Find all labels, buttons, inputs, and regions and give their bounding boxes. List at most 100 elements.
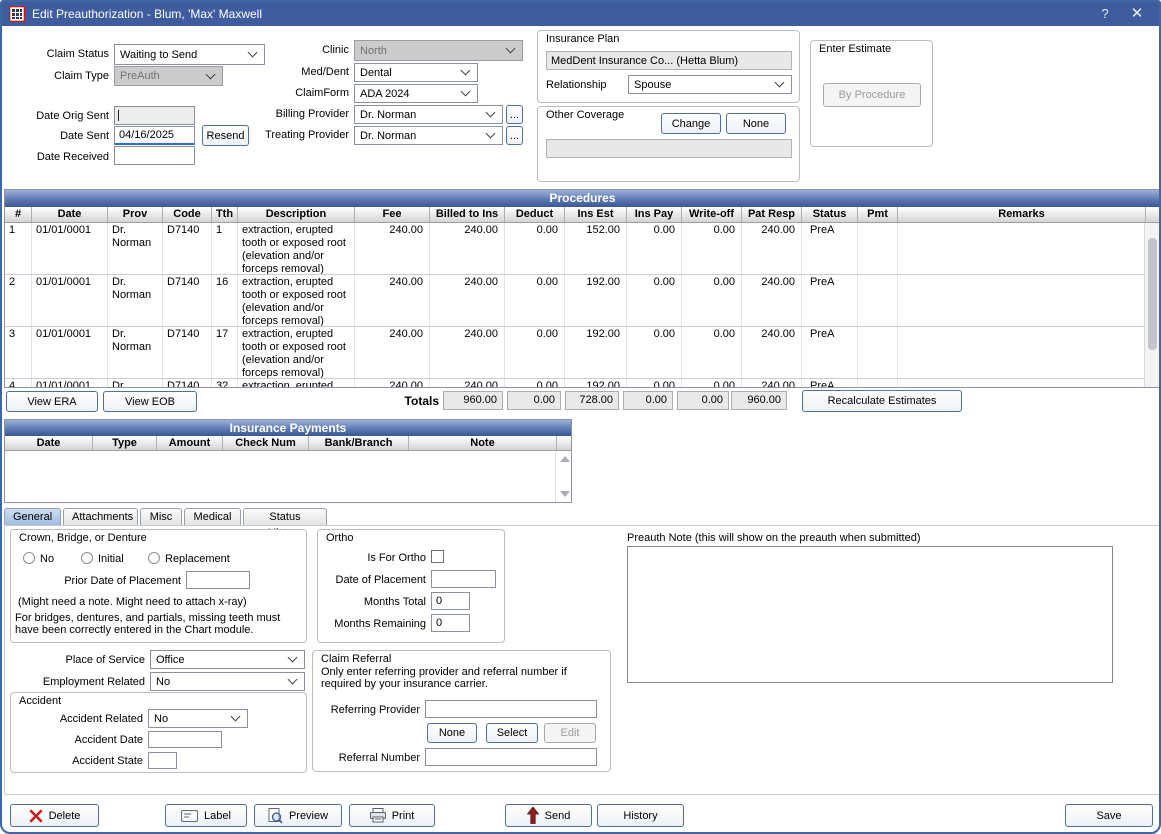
referral-edit-button: Edit <box>544 723 596 743</box>
none-button[interactable]: None <box>726 113 786 134</box>
date-sent-input[interactable] <box>114 126 195 145</box>
accident-state-input[interactable] <box>148 752 177 769</box>
accident-date-label: Accident Date <box>11 734 143 746</box>
procedures-scrollbar[interactable] <box>1144 223 1160 387</box>
column-header[interactable]: Code <box>163 207 212 222</box>
treating-provider-more-button[interactable]: ... <box>506 126 523 145</box>
employment-related-label: Employment Related <box>2 676 145 688</box>
column-header[interactable]: Deduct <box>505 207 565 222</box>
view-era-button[interactable]: View ERA <box>6 391 98 412</box>
column-header[interactable]: Status <box>802 207 858 222</box>
table-row[interactable]: 301/01/0001Dr. NormanD714017extraction, … <box>5 327 1144 379</box>
scroll-up-icon[interactable] <box>560 456 570 462</box>
label-button[interactable]: Label <box>165 804 247 827</box>
column-header[interactable]: Description <box>238 207 355 222</box>
column-header[interactable]: Check Num <box>223 436 309 450</box>
preview-button[interactable]: Preview <box>254 804 342 827</box>
billing-provider-combo[interactable]: Dr. Norman <box>354 105 503 124</box>
accident-title: Accident <box>19 695 61 707</box>
table-cell: 0.00 <box>682 223 742 274</box>
ortho-title: Ortho <box>326 532 354 544</box>
column-header[interactable]: Write-off <box>682 207 742 222</box>
save-button[interactable]: Save <box>1065 804 1153 827</box>
table-cell <box>898 379 1144 387</box>
column-header[interactable]: Note <box>409 436 557 450</box>
treating-provider-combo[interactable]: Dr. Norman <box>354 126 503 145</box>
scrollbar-thumb[interactable] <box>1148 238 1157 350</box>
date-orig-sent-input[interactable] <box>114 106 195 125</box>
claimform-label: ClaimForm <box>239 87 349 99</box>
date-orig-sent-label: Date Orig Sent <box>2 110 109 122</box>
table-cell: D7140 <box>163 275 212 326</box>
place-of-service-combo[interactable]: Office <box>150 650 305 669</box>
table-cell: D7140 <box>163 223 212 274</box>
prior-date-input[interactable] <box>186 571 250 589</box>
column-header[interactable]: Pat Resp <box>742 207 802 222</box>
change-button[interactable]: Change <box>661 113 721 134</box>
date-received-input[interactable] <box>114 146 195 165</box>
column-header[interactable]: Type <box>93 436 157 450</box>
table-cell: 240.00 <box>742 275 802 326</box>
table-cell: extraction, erupted tooth or exposed roo… <box>238 223 355 274</box>
employment-related-combo[interactable]: No <box>150 672 305 691</box>
table-cell: 240.00 <box>430 379 505 387</box>
months-remaining-input[interactable] <box>431 614 470 632</box>
table-cell: 2 <box>5 275 32 326</box>
table-cell: PreA <box>802 327 858 378</box>
column-header[interactable]: Billed to Ins <box>430 207 505 222</box>
preauth-note-textarea[interactable] <box>627 546 1113 683</box>
print-button[interactable]: Print <box>349 804 435 827</box>
is-for-ortho-checkbox[interactable] <box>431 550 444 563</box>
column-header[interactable]: Ins Est <box>565 207 627 222</box>
referring-provider-input[interactable] <box>425 700 597 718</box>
column-header[interactable]: Prov <box>108 207 163 222</box>
referral-select-button[interactable]: Select <box>486 723 538 743</box>
column-header[interactable]: Bank/Branch <box>309 436 409 450</box>
column-header[interactable]: Amount <box>157 436 223 450</box>
table-row[interactable]: 201/01/0001Dr. NormanD714016extraction, … <box>5 275 1144 327</box>
recalculate-estimates-button[interactable]: Recalculate Estimates <box>802 390 962 412</box>
tab-status-history[interactable]: Status History <box>243 508 327 525</box>
column-header[interactable]: Tth <box>212 207 238 222</box>
delete-button[interactable]: Delete <box>10 804 99 827</box>
table-cell: 0.00 <box>505 275 565 326</box>
close-button[interactable]: ✕ <box>1123 2 1151 26</box>
radio-replacement[interactable] <box>148 552 160 564</box>
table-row[interactable]: 401/01/0001Dr. NormanD714032extraction, … <box>5 379 1144 387</box>
scroll-down-icon[interactable] <box>560 491 570 497</box>
column-header[interactable]: Fee <box>355 207 430 222</box>
billing-provider-more-button[interactable]: ... <box>506 105 523 124</box>
column-header[interactable]: Remarks <box>898 207 1146 222</box>
referral-none-button[interactable]: None <box>427 723 477 743</box>
title-bar[interactable]: Edit Preauthorization - Blum, 'Max' Maxw… <box>2 2 1159 26</box>
column-header[interactable]: Pmt <box>858 207 898 222</box>
chevron-down-icon <box>288 675 298 685</box>
radio-initial[interactable] <box>81 552 93 564</box>
view-eob-button[interactable]: View EOB <box>103 391 197 412</box>
tab-misc[interactable]: Misc <box>140 508 182 525</box>
claim-referral-title: Claim Referral <box>321 653 391 665</box>
help-button[interactable]: ? <box>1091 2 1119 26</box>
accident-related-combo[interactable]: No <box>148 709 248 728</box>
radio-no[interactable] <box>23 552 35 564</box>
column-header[interactable]: Date <box>5 436 93 450</box>
months-remaining-label: Months Remaining <box>318 618 426 630</box>
insurance-payments-scrollbar[interactable] <box>555 451 571 502</box>
crown-bridge-group: Crown, Bridge, or Denture No Initial Rep… <box>10 529 307 643</box>
claimform-combo[interactable]: ADA 2024 <box>354 84 478 103</box>
send-button[interactable]: Send <box>505 804 592 827</box>
accident-date-input[interactable] <box>148 731 222 748</box>
tab-medical[interactable]: Medical <box>184 508 241 525</box>
column-header[interactable]: # <box>5 207 32 222</box>
tab-attachments[interactable]: Attachments <box>63 508 138 525</box>
med-dent-combo[interactable]: Dental <box>354 63 478 82</box>
tab-general[interactable]: General <box>4 508 61 525</box>
ortho-date-input[interactable] <box>431 570 496 588</box>
column-header[interactable]: Ins Pay <box>627 207 682 222</box>
months-total-input[interactable] <box>431 592 470 610</box>
history-button[interactable]: History <box>597 804 684 827</box>
table-row[interactable]: 101/01/0001Dr. NormanD71401extraction, e… <box>5 223 1144 275</box>
relationship-combo[interactable]: Spouse <box>628 75 792 94</box>
referral-number-input[interactable] <box>425 748 597 766</box>
column-header[interactable]: Date <box>32 207 108 222</box>
